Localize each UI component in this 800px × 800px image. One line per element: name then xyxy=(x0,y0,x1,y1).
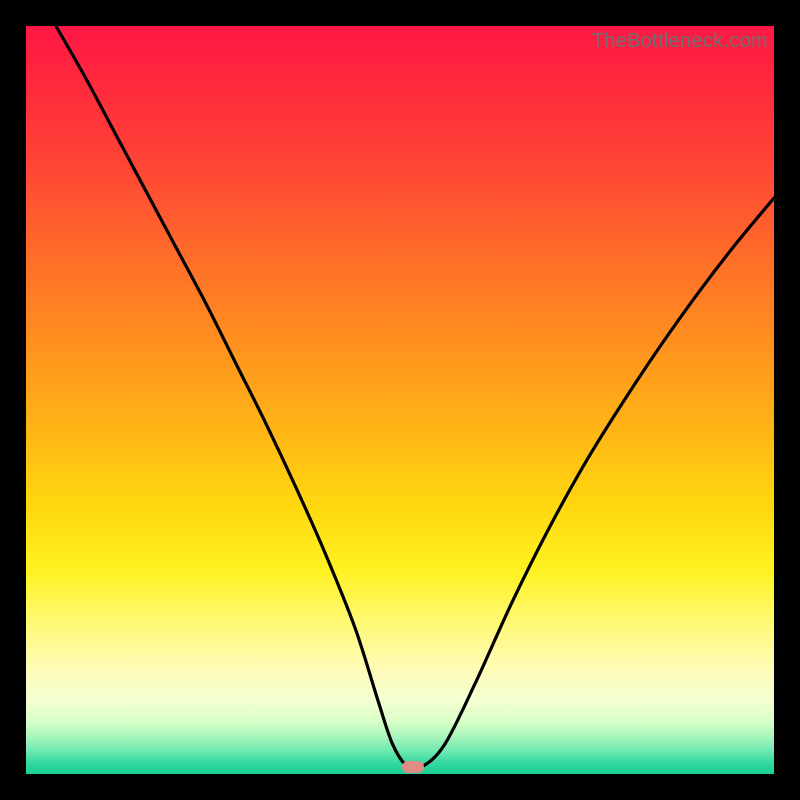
optimal-point-marker xyxy=(402,761,424,773)
chart-frame: TheBottleneck.com xyxy=(0,0,800,800)
chart-plot-area: TheBottleneck.com xyxy=(26,26,774,774)
bottleneck-curve xyxy=(26,26,774,774)
